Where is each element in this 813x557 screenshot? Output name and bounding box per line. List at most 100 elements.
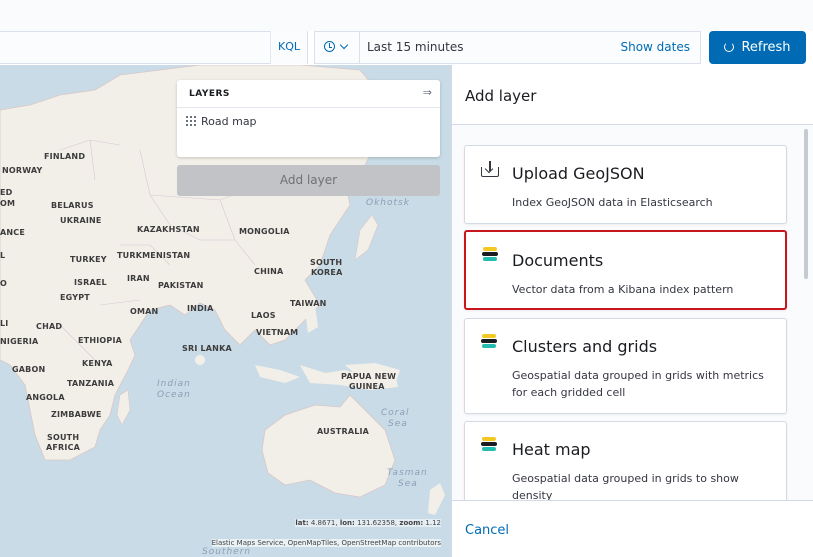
card-description: Vector data from a Kibana index pattern <box>512 283 734 296</box>
map-label: GABON <box>12 365 46 374</box>
map-label: OM <box>0 199 16 208</box>
refresh-label: Refresh <box>741 40 791 55</box>
map-label: ANGOLA <box>26 393 65 402</box>
map-label: TAIWAN <box>290 299 327 308</box>
quick-select-button[interactable] <box>315 32 360 63</box>
ocean-label: Sea <box>398 479 418 489</box>
map-label: SOUTH <box>47 433 80 442</box>
ocean-label: Okhotsk <box>366 198 410 208</box>
map-label: LAOS <box>251 311 276 320</box>
date-range-text[interactable]: Last 15 minutes <box>367 32 463 63</box>
map-label: GUINEA <box>349 382 385 391</box>
map-label: CHAD <box>36 322 63 331</box>
elastic-icon <box>481 437 497 453</box>
map-label: OMAN <box>130 307 159 316</box>
flyout-title: Add layer <box>465 87 537 105</box>
flyout-footer: Cancel <box>452 500 813 557</box>
map-label: IRAN <box>127 274 150 283</box>
elastic-icon <box>482 247 498 263</box>
layer-card-heat-map[interactable]: Heat map Geospatial data grouped in grid… <box>464 421 787 500</box>
lon-label: lon: <box>339 519 355 527</box>
grid-icon <box>186 116 196 126</box>
card-description: Geospatial data grouped in grids to show… <box>512 472 739 500</box>
card-title: Heat map <box>512 440 591 459</box>
map-label: NIGERIA <box>0 337 39 346</box>
map-label: KOREA <box>311 268 343 277</box>
map-label: TANZANIA <box>67 379 115 388</box>
layer-card-upload-geojson[interactable]: Upload GeoJSON Index GeoJSON data in Ela… <box>464 145 787 224</box>
map-label: ETHIOPIA <box>78 336 123 345</box>
add-layer-flyout: Add layer Upload GeoJSON Index GeoJSON d… <box>451 65 813 557</box>
map-label: TURKMENISTAN <box>117 251 191 260</box>
kql-language-toggle[interactable]: KQL <box>270 31 308 64</box>
divider <box>177 107 440 108</box>
map-label: SRI LANKA <box>182 344 232 353</box>
map-label: FINLAND <box>44 152 86 161</box>
refresh-button[interactable]: Refresh <box>709 31 806 64</box>
upload-icon <box>481 161 499 177</box>
layer-card-clusters-grids[interactable]: Clusters and grids Geospatial data group… <box>464 318 787 414</box>
lon-value: 131.62358 <box>357 519 395 527</box>
map-label: UKRAINE <box>60 216 102 225</box>
map-label: MONGOLIA <box>239 227 290 236</box>
collapse-icon[interactable]: ⇒ <box>423 86 432 99</box>
layer-item-label: Road map <box>201 115 257 128</box>
add-layer-button[interactable]: Add layer <box>177 165 440 196</box>
layers-panel: LAYERS ⇒ Road map <box>177 80 440 157</box>
chevron-down-icon <box>339 40 349 50</box>
layer-item-road-map[interactable]: Road map <box>186 115 257 128</box>
refresh-icon <box>724 42 735 52</box>
map-label: TURKEY <box>70 255 107 264</box>
lat-label: lat: <box>295 519 309 527</box>
cancel-button[interactable]: Cancel <box>465 523 509 538</box>
ocean-label: Indian <box>157 379 191 389</box>
map-label: VIETNAM <box>256 328 299 337</box>
map-label: AFRICA <box>46 443 81 452</box>
query-input[interactable] <box>0 31 308 64</box>
map-label: KAZAKHSTAN <box>137 225 200 234</box>
map-label: ISRAEL <box>74 278 107 287</box>
map-canvas[interactable]: FINLAND NORWAY ED OM BELARUS UKRAINE ANC… <box>0 65 451 557</box>
flyout-body: Upload GeoJSON Index GeoJSON data in Ela… <box>452 125 813 500</box>
lat-value: 4.8671 <box>310 519 336 527</box>
map-label: L <box>0 251 6 260</box>
ocean-label: Sea <box>388 419 408 429</box>
map-label: ANCE <box>0 228 26 237</box>
card-description: Index GeoJSON data in Elasticsearch <box>512 196 713 209</box>
ocean-label: Southern <box>202 547 252 557</box>
top-strip <box>0 0 813 31</box>
show-dates-link[interactable]: Show dates <box>620 32 690 63</box>
zoom-value: 1.12 <box>425 519 441 527</box>
map-label: ZIMBABWE <box>51 410 102 419</box>
zoom-label: zoom: <box>399 519 424 527</box>
map-coordinates: lat: 4.8671, lon: 131.62358, zoom: 1.12 <box>295 519 441 527</box>
card-description: Geospatial data grouped in grids with me… <box>512 369 764 399</box>
clock-icon <box>324 41 335 52</box>
map-label: NORWAY <box>2 166 43 175</box>
scrollbar[interactable] <box>804 129 808 279</box>
layers-title: LAYERS <box>189 89 230 99</box>
date-picker[interactable]: Last 15 minutes Show dates <box>314 31 701 64</box>
map-label: BELARUS <box>51 201 94 210</box>
map-label: AUSTRALIA <box>317 427 370 436</box>
query-bar: KQL Last 15 minutes Show dates Refresh <box>0 31 813 65</box>
ocean-label: Ocean <box>157 390 191 400</box>
card-title: Clusters and grids <box>512 337 658 356</box>
ocean-label: Tasman <box>387 468 428 478</box>
card-title: Documents <box>512 251 604 270</box>
map-label: EGYPT <box>60 293 90 302</box>
elastic-icon <box>481 334 497 350</box>
map-label: ED <box>0 188 13 197</box>
map-label: LI <box>0 319 9 328</box>
map-label: O <box>0 279 8 288</box>
map-attribution[interactable]: Elastic Maps Service, OpenMapTiles, Open… <box>211 539 441 547</box>
layer-card-documents[interactable]: Documents Vector data from a Kibana inde… <box>464 230 787 310</box>
map-label: INDIA <box>187 304 214 313</box>
map-label: SOUTH <box>310 258 343 267</box>
card-title: Upload GeoJSON <box>512 164 645 183</box>
map-label: CHINA <box>254 267 284 276</box>
map-label: PAPUA NEW <box>341 372 397 381</box>
ocean-label: Coral <box>381 408 410 418</box>
map-label: PAKISTAN <box>158 281 204 290</box>
map-label: KENYA <box>82 359 113 368</box>
